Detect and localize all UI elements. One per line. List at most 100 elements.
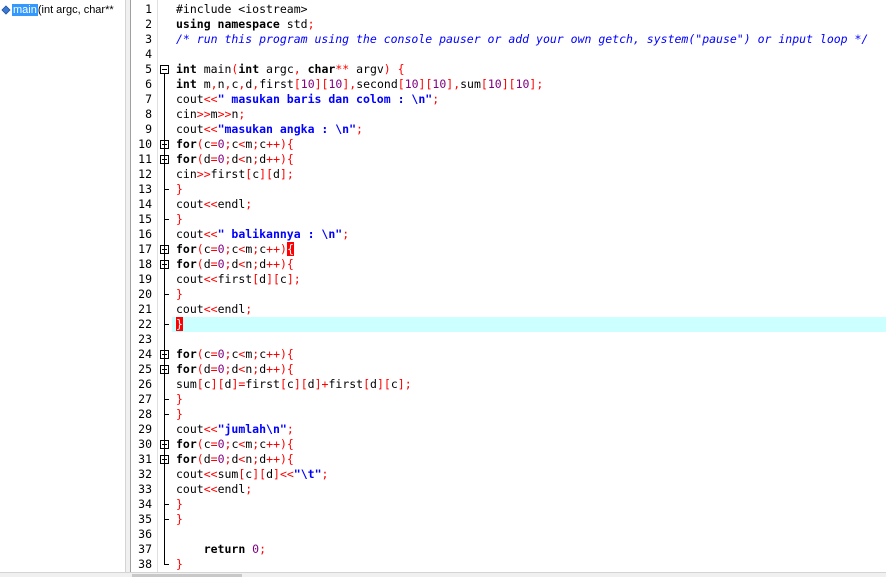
- code-line[interactable]: }: [176, 182, 183, 197]
- code-token: ,: [293, 62, 308, 76]
- code-line[interactable]: cout<<" balikannya : \n";: [176, 227, 349, 242]
- code-token: (: [196, 152, 204, 166]
- code-line[interactable]: for(c=0;c<m;c++){: [176, 437, 294, 452]
- code-token: <<: [203, 422, 218, 436]
- code-line[interactable]: sum[c][d]=first[c][d]+first[d][c];: [176, 377, 412, 392]
- code-token: ;: [286, 422, 294, 436]
- code-token: **: [335, 62, 357, 76]
- code-line[interactable]: cout<<"masukan angka : \n";: [176, 122, 363, 137]
- fold-end-marker: [164, 504, 169, 505]
- code-token: main: [203, 62, 232, 76]
- line-number: 19: [138, 272, 152, 286]
- code-line[interactable]: }: [176, 497, 183, 512]
- code-token: 0: [217, 452, 225, 466]
- line-number: 14: [138, 197, 152, 211]
- code-token: for: [176, 257, 197, 271]
- code-token: 0: [217, 347, 225, 361]
- code-token: ];: [529, 77, 544, 91]
- code-token: sum: [176, 377, 197, 391]
- line-number: 18: [138, 257, 152, 271]
- code-token: 0: [217, 242, 225, 256]
- code-token: ][: [314, 77, 329, 91]
- fold-end-marker: [164, 189, 169, 190]
- code-token: d: [370, 377, 377, 391]
- code-line[interactable]: }: [176, 407, 183, 422]
- code-token: ;: [432, 92, 440, 106]
- code-line[interactable]: for(d=0;d<n;d++){: [176, 152, 294, 167]
- code-token: =: [210, 137, 218, 151]
- code-line[interactable]: for(d=0;d<n;d++){: [176, 362, 294, 377]
- code-token: ;: [245, 482, 253, 496]
- horizontal-scrollbar[interactable]: [0, 572, 886, 577]
- code-line[interactable]: return 0;: [176, 542, 266, 557]
- code-line[interactable]: }: [176, 287, 183, 302]
- code-line[interactable]: for(d=0;d<n;d++){: [176, 257, 294, 272]
- code-line[interactable]: using namespace std;: [176, 17, 315, 32]
- code-token: c: [203, 437, 211, 451]
- line-number: 38: [138, 557, 152, 571]
- line-number: 8: [145, 107, 152, 121]
- code-token: for: [176, 437, 197, 451]
- code-line[interactable]: }: [176, 557, 183, 572]
- line-number: 10: [138, 137, 152, 151]
- code-line[interactable]: cout<<" masukan baris dan colom : \n";: [176, 92, 439, 107]
- code-token: return: [203, 542, 253, 556]
- fold-end-marker: [164, 399, 169, 400]
- code-line[interactable]: }: [176, 317, 183, 332]
- code-token: m: [203, 77, 211, 91]
- code-line[interactable]: cin>>m>>n;: [176, 107, 245, 122]
- code-line[interactable]: cout<<endl;: [176, 302, 252, 317]
- code-line[interactable]: cout<<endl;: [176, 197, 252, 212]
- code-token: c: [203, 137, 211, 151]
- code-token: ;: [259, 542, 267, 556]
- code-token: using namespace: [176, 17, 287, 31]
- code-line[interactable]: }: [176, 392, 183, 407]
- code-token: /* run this program using the console pa…: [176, 32, 869, 46]
- code-token: c: [390, 377, 398, 391]
- code-token: =: [210, 242, 218, 256]
- code-token: ],: [342, 77, 357, 91]
- code-line[interactable]: #include <iostream>: [176, 2, 308, 17]
- code-token: c: [203, 347, 211, 361]
- code-token: >>: [217, 107, 232, 121]
- code-line[interactable]: cout<<endl;: [176, 482, 252, 497]
- code-line[interactable]: cin>>first[c][d];: [176, 167, 294, 182]
- line-number: 27: [138, 392, 152, 406]
- code-token: =: [210, 152, 218, 166]
- code-token: ++){: [266, 152, 294, 166]
- code-token: ;: [307, 17, 315, 31]
- code-token: cout: [176, 467, 204, 481]
- code-token: m: [210, 107, 218, 121]
- code-line[interactable]: /* run this program using the console pa…: [176, 32, 868, 47]
- code-token: cout: [176, 422, 204, 436]
- class-browser-panel: main (int argc, char**: [0, 0, 125, 577]
- code-line[interactable]: int m,n,c,d,first[10][10],second[10][10]…: [176, 77, 543, 92]
- code-token: "masukan angka : \n": [217, 122, 357, 136]
- code-token: for: [176, 362, 197, 376]
- code-editor[interactable]: #include <iostream> using namespace std; /…: [172, 0, 886, 577]
- code-token: ++){: [266, 362, 294, 376]
- fold-minus-icon[interactable]: [160, 65, 169, 74]
- code-line[interactable]: for(c=0;c<m;c++){: [176, 242, 294, 257]
- line-number: 1: [145, 2, 152, 16]
- class-browser-item-main[interactable]: main (int argc, char**: [1, 3, 114, 17]
- code-line[interactable]: for(d=0;d<n;d++){: [176, 452, 294, 467]
- code-token: n: [217, 77, 225, 91]
- line-number: 35: [138, 512, 152, 526]
- code-line[interactable]: for(c=0;c<m;c++){: [176, 347, 294, 362]
- code-token: sum: [217, 467, 239, 481]
- code-line[interactable]: }: [176, 212, 183, 227]
- code-line[interactable]: int main(int argc, char** argv) {: [176, 62, 405, 77]
- code-line[interactable]: cout<<sum[c][d]<<"\t";: [176, 467, 328, 482]
- code-token: cout: [176, 482, 204, 496]
- code-line[interactable]: }: [176, 512, 183, 527]
- code-token: ]=: [231, 377, 246, 391]
- code-line[interactable]: for(c=0;c<m;c++){: [176, 137, 294, 152]
- code-line[interactable]: cout<<"jumlah\n";: [176, 422, 294, 437]
- code-token: ;: [321, 467, 329, 481]
- code-line[interactable]: cout<<first[d][c];: [176, 272, 301, 287]
- code-token: ];: [286, 272, 301, 286]
- code-token: ) {: [383, 62, 405, 76]
- code-token: 0: [217, 362, 225, 376]
- code-token: 10: [487, 77, 502, 91]
